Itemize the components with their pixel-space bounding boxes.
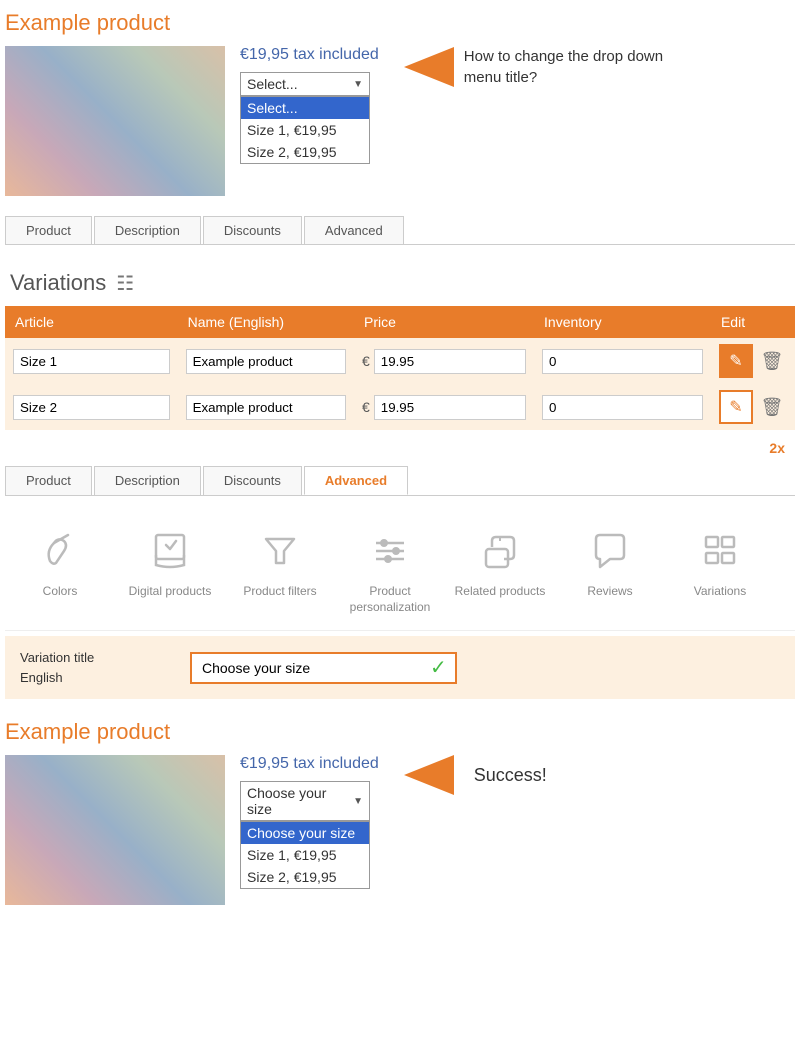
related-icon [475, 526, 525, 576]
tab2-product[interactable]: Product [5, 466, 92, 495]
dropdown-arrow-bottom: ▼ [353, 796, 363, 807]
colors-label: Colors [43, 584, 78, 600]
reviews-label: Reviews [587, 584, 632, 600]
euro-symbol-2: € [362, 399, 370, 415]
icon-item-filters[interactable]: Product filters [225, 526, 335, 615]
personalization-label: Product personalization [335, 584, 445, 615]
col-inventory: Inventory [534, 306, 711, 338]
dropdown-option-size2[interactable]: Size 2, €19,95 [241, 141, 369, 163]
col-article: Article [5, 306, 178, 338]
size-dropdown-top[interactable]: Select... ▼ Select... Size 1, €19,95 Siz… [240, 72, 379, 96]
delete-button-1[interactable]: 🗑 [757, 346, 787, 376]
variation-label-line1: Variation title [20, 648, 170, 668]
edit-button-2[interactable]: ✎ [719, 390, 753, 424]
dropdown-selected-bottom: Choose your size [247, 785, 353, 817]
tab1-discounts[interactable]: Discounts [203, 216, 302, 244]
bottom-product-section: Example product €19,95 tax included Choo… [5, 719, 795, 905]
reviews-icon [585, 526, 635, 576]
article-input-2[interactable] [13, 395, 170, 420]
icon-item-reviews[interactable]: Reviews [555, 526, 665, 615]
icon-item-colors[interactable]: Colors [5, 526, 115, 615]
tabs-row-2: Product Description Discounts Advanced [5, 466, 795, 496]
dropdown-arrow-top: ▼ [353, 79, 363, 90]
col-edit: Edit [711, 306, 795, 338]
delete-button-2[interactable]: 🗑 [757, 392, 787, 422]
icon-item-variations[interactable]: Variations [665, 526, 775, 615]
variations-icon-small [695, 526, 745, 576]
variation-title-input[interactable] [192, 654, 422, 682]
name-input-1[interactable] [186, 349, 346, 374]
top-product-title: Example product [5, 10, 795, 36]
icon-item-digital[interactable]: Digital products [115, 526, 225, 615]
personalization-icon [365, 526, 415, 576]
bottom-product-title: Example product [5, 719, 795, 745]
dropdown-option-select[interactable]: Select... [241, 97, 369, 119]
check-icon: ✓ [422, 655, 455, 680]
name-input-2[interactable] [186, 395, 346, 420]
tab2-discounts[interactable]: Discounts [203, 466, 302, 495]
filters-label: Product filters [243, 584, 316, 600]
icon-item-personalization[interactable]: Product personalization [335, 526, 445, 615]
filter-icon [255, 526, 305, 576]
question-text: How to change the drop down menu title? [464, 46, 664, 88]
col-name: Name (English) [178, 306, 354, 338]
tab1-product[interactable]: Product [5, 216, 92, 244]
variation-label-line2: English [20, 668, 170, 688]
article-input-1[interactable] [13, 349, 170, 374]
dropdown-selected-top: Select... [247, 76, 298, 92]
variations-title: Variations [10, 270, 106, 296]
tabs-row-1: Product Description Discounts Advanced [5, 216, 795, 245]
table-row: € ✎ 🗑 [5, 338, 795, 384]
digital-icon [145, 526, 195, 576]
edit-button-1[interactable]: ✎ [719, 344, 753, 378]
arrow-pointing-left-bottom [404, 755, 454, 795]
colors-icon [35, 526, 85, 576]
euro-symbol-1: € [362, 353, 370, 369]
icon-item-related[interactable]: Related products [445, 526, 555, 615]
tab2-description[interactable]: Description [94, 466, 201, 495]
tab2-advanced[interactable]: Advanced [304, 466, 408, 495]
dropdown-bottom-option-size2[interactable]: Size 2, €19,95 [241, 866, 369, 888]
dropdown-bottom-option-choose[interactable]: Choose your size [241, 822, 369, 844]
arrow-pointing-left-top [404, 47, 454, 87]
inventory-input-2[interactable] [542, 395, 703, 420]
label-2x: 2x [5, 440, 795, 456]
price-input-1[interactable] [374, 349, 526, 374]
product-price-bottom: €19,95 tax included [240, 755, 379, 773]
dropdown-bottom-option-size1[interactable]: Size 1, €19,95 [241, 844, 369, 866]
inventory-input-1[interactable] [542, 349, 703, 374]
tab1-description[interactable]: Description [94, 216, 201, 244]
product-price-top: €19,95 tax included [240, 46, 379, 64]
dropdown-option-size1[interactable]: Size 1, €19,95 [241, 119, 369, 141]
col-price: Price [354, 306, 534, 338]
icons-section: Colors Digital products Product filters [5, 511, 795, 631]
tab1-advanced[interactable]: Advanced [304, 216, 404, 244]
variation-title-row: Variation title English ✓ [5, 636, 795, 699]
digital-label: Digital products [129, 584, 212, 600]
variations-table: Article Name (English) Price Inventory E… [5, 306, 795, 430]
product-image-top [5, 46, 225, 196]
variations-label: Variations [694, 584, 746, 600]
related-label: Related products [455, 584, 546, 600]
success-text: Success! [474, 765, 547, 786]
variation-label: Variation title English [20, 648, 170, 687]
table-row: € ✎ 🗑 [5, 384, 795, 430]
size-dropdown-bottom[interactable]: Choose your size ▼ Choose your size Size… [240, 781, 379, 821]
variation-input-wrapper: ✓ [190, 652, 457, 684]
variations-header: Variations ☷ [5, 260, 795, 306]
price-input-2[interactable] [374, 395, 526, 420]
variations-icon: ☷ [116, 271, 134, 296]
product-image-bottom [5, 755, 225, 905]
